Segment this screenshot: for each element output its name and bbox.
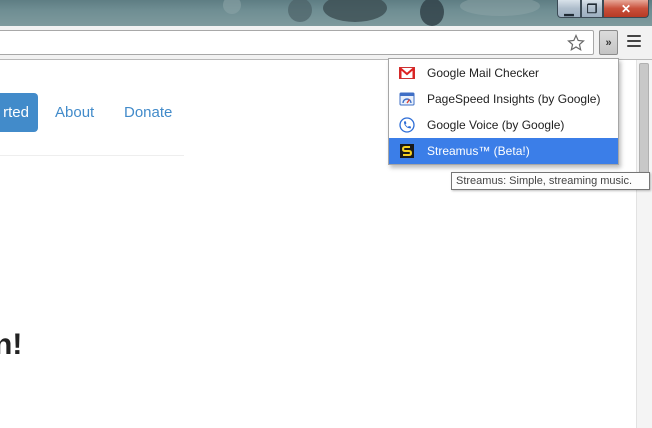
hamburger-menu-icon[interactable]	[627, 35, 641, 49]
address-bar[interactable]	[0, 30, 594, 55]
menu-item-label: Google Mail Checker	[427, 66, 540, 80]
streamus-icon	[400, 144, 414, 158]
minimize-icon: ▁	[564, 1, 574, 16]
scrollbar-thumb[interactable]	[639, 63, 649, 176]
page-scrollbar[interactable]	[636, 60, 652, 428]
menu-item-google-voice[interactable]: Google Voice (by Google)	[389, 112, 618, 138]
menu-item-label: Google Voice (by Google)	[427, 118, 565, 132]
restore-button[interactable]: ❐	[581, 0, 603, 18]
menu-item-google-mail-checker[interactable]: Google Mail Checker	[389, 60, 618, 86]
restore-icon: ❐	[586, 1, 598, 16]
gmail-icon	[399, 67, 415, 79]
tooltip: Streamus: Simple, streaming music.	[451, 172, 650, 190]
divider	[0, 155, 184, 156]
extensions-dropdown-menu: Google Mail Checker PageSpeed Insights (…	[388, 58, 619, 165]
pagespeed-icon	[399, 92, 415, 106]
close-icon: ✕	[620, 1, 632, 16]
google-voice-icon	[399, 117, 415, 133]
page-heading: n!	[0, 328, 23, 361]
get-started-button[interactable]: rted	[0, 93, 38, 132]
menu-item-streamus[interactable]: Streamus™ (Beta!)	[389, 138, 618, 164]
window-titlebar: ▁ ❐ ✕	[0, 0, 652, 26]
star-icon[interactable]	[567, 34, 585, 52]
minimize-button[interactable]: ▁	[557, 0, 581, 18]
browser-toolbar: »	[0, 26, 652, 60]
menu-item-pagespeed-insights[interactable]: PageSpeed Insights (by Google)	[389, 86, 618, 112]
menu-item-label: Streamus™ (Beta!)	[427, 144, 530, 158]
extensions-overflow-button[interactable]: »	[599, 30, 618, 55]
menu-item-label: PageSpeed Insights (by Google)	[427, 92, 601, 106]
nav-link-donate[interactable]: Donate	[124, 104, 172, 121]
close-button[interactable]: ✕	[603, 0, 649, 18]
theme-background-art	[223, 0, 540, 26]
nav-link-about[interactable]: About	[55, 104, 94, 121]
